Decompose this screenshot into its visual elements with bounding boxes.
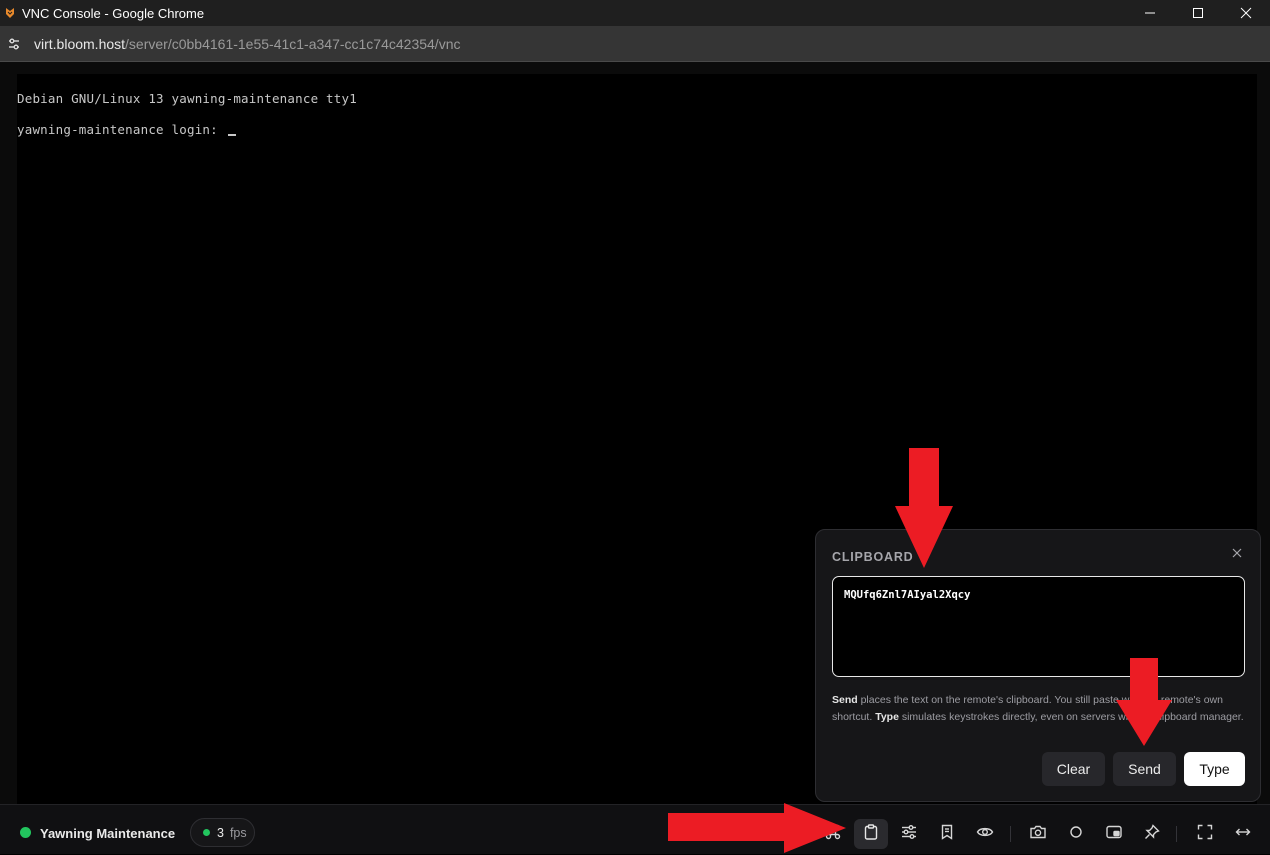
help-type-desc: simulates keystrokes directly, even on s… [898, 710, 1244, 723]
fps-badge: 3 fps [190, 818, 255, 847]
url-host: virt.bloom.host [34, 35, 126, 52]
resize-horizontal-icon [1234, 823, 1252, 846]
annotation-arrow-down-send [1116, 658, 1172, 746]
clear-button[interactable]: Clear [1042, 752, 1105, 786]
sliders-icon [900, 823, 918, 846]
close-window-button[interactable] [1222, 0, 1270, 26]
view-only-button[interactable] [968, 819, 1002, 849]
maximize-button[interactable] [1174, 0, 1222, 26]
clipboard-panel: CLIPBOARD MQUfq6Znl7AIyal2Xqcy Send plac… [815, 529, 1261, 802]
annotation-arrow-down-clipboard [895, 448, 953, 568]
console-line-login: yawning-maintenance login: [17, 122, 236, 137]
clipboard-text-input[interactable]: MQUfq6Znl7AIyal2Xqcy [832, 576, 1245, 677]
picture-in-picture-icon [1105, 823, 1123, 846]
app-logo-icon [2, 0, 18, 26]
record-button[interactable] [1059, 819, 1093, 849]
scale-button[interactable] [1226, 819, 1260, 849]
screenshot-button[interactable] [1021, 819, 1055, 849]
bookmark-icon [938, 823, 956, 846]
pin-icon [1143, 823, 1161, 846]
pin-button[interactable] [1135, 819, 1169, 849]
fullscreen-icon [1196, 823, 1214, 846]
server-name: Yawning Maintenance [40, 826, 176, 841]
fps-value: 3 [217, 825, 224, 840]
url-text[interactable]: virt.bloom.host/server/c0bb4161-1e55-41c… [34, 36, 461, 52]
vnc-toolbar: Yawning Maintenance 3 fps [0, 804, 1270, 854]
connection-status-dot [20, 827, 31, 838]
vnc-page: Debian GNU/Linux 13 yawning-maintenance … [0, 62, 1270, 854]
camera-icon [1029, 823, 1047, 846]
window-titlebar: VNC Console - Google Chrome [0, 0, 1270, 26]
console-login-prompt: yawning-maintenance login: [17, 122, 226, 137]
help-send-term: Send [832, 694, 858, 706]
clipboard-close-icon[interactable] [1230, 546, 1244, 560]
toolbar-divider [1010, 826, 1011, 842]
type-button[interactable]: Type [1184, 752, 1245, 786]
clipboard-button[interactable] [854, 819, 888, 849]
help-type-term: Type [875, 710, 899, 723]
console-line-os: Debian GNU/Linux 13 yawning-maintenance … [17, 91, 357, 106]
send-button[interactable]: Send [1113, 752, 1176, 786]
fps-unit: fps [229, 825, 247, 840]
site-info-icon[interactable] [0, 26, 28, 62]
settings-button[interactable] [892, 819, 926, 849]
eye-icon [976, 823, 994, 846]
minimize-button[interactable] [1126, 0, 1174, 26]
bookmark-button[interactable] [930, 819, 964, 849]
picture-in-picture-button[interactable] [1097, 819, 1131, 849]
clipboard-icon [862, 823, 880, 846]
clipboard-help-text: Send places the text on the remote's cli… [832, 692, 1250, 725]
circle-icon [1067, 823, 1085, 846]
annotation-arrow-right-toolbar [668, 803, 846, 853]
address-bar[interactable]: virt.bloom.host/server/c0bb4161-1e55-41c… [0, 26, 1270, 62]
url-path: /server/c0bb4161-1e55-41c1-a347-cc1c74c4… [125, 35, 461, 52]
toolbar-divider [1176, 826, 1177, 842]
console-cursor [227, 134, 236, 136]
window-title: VNC Console - Google Chrome [22, 5, 205, 21]
fullscreen-button[interactable] [1188, 819, 1222, 849]
fps-status-dot [203, 829, 210, 836]
